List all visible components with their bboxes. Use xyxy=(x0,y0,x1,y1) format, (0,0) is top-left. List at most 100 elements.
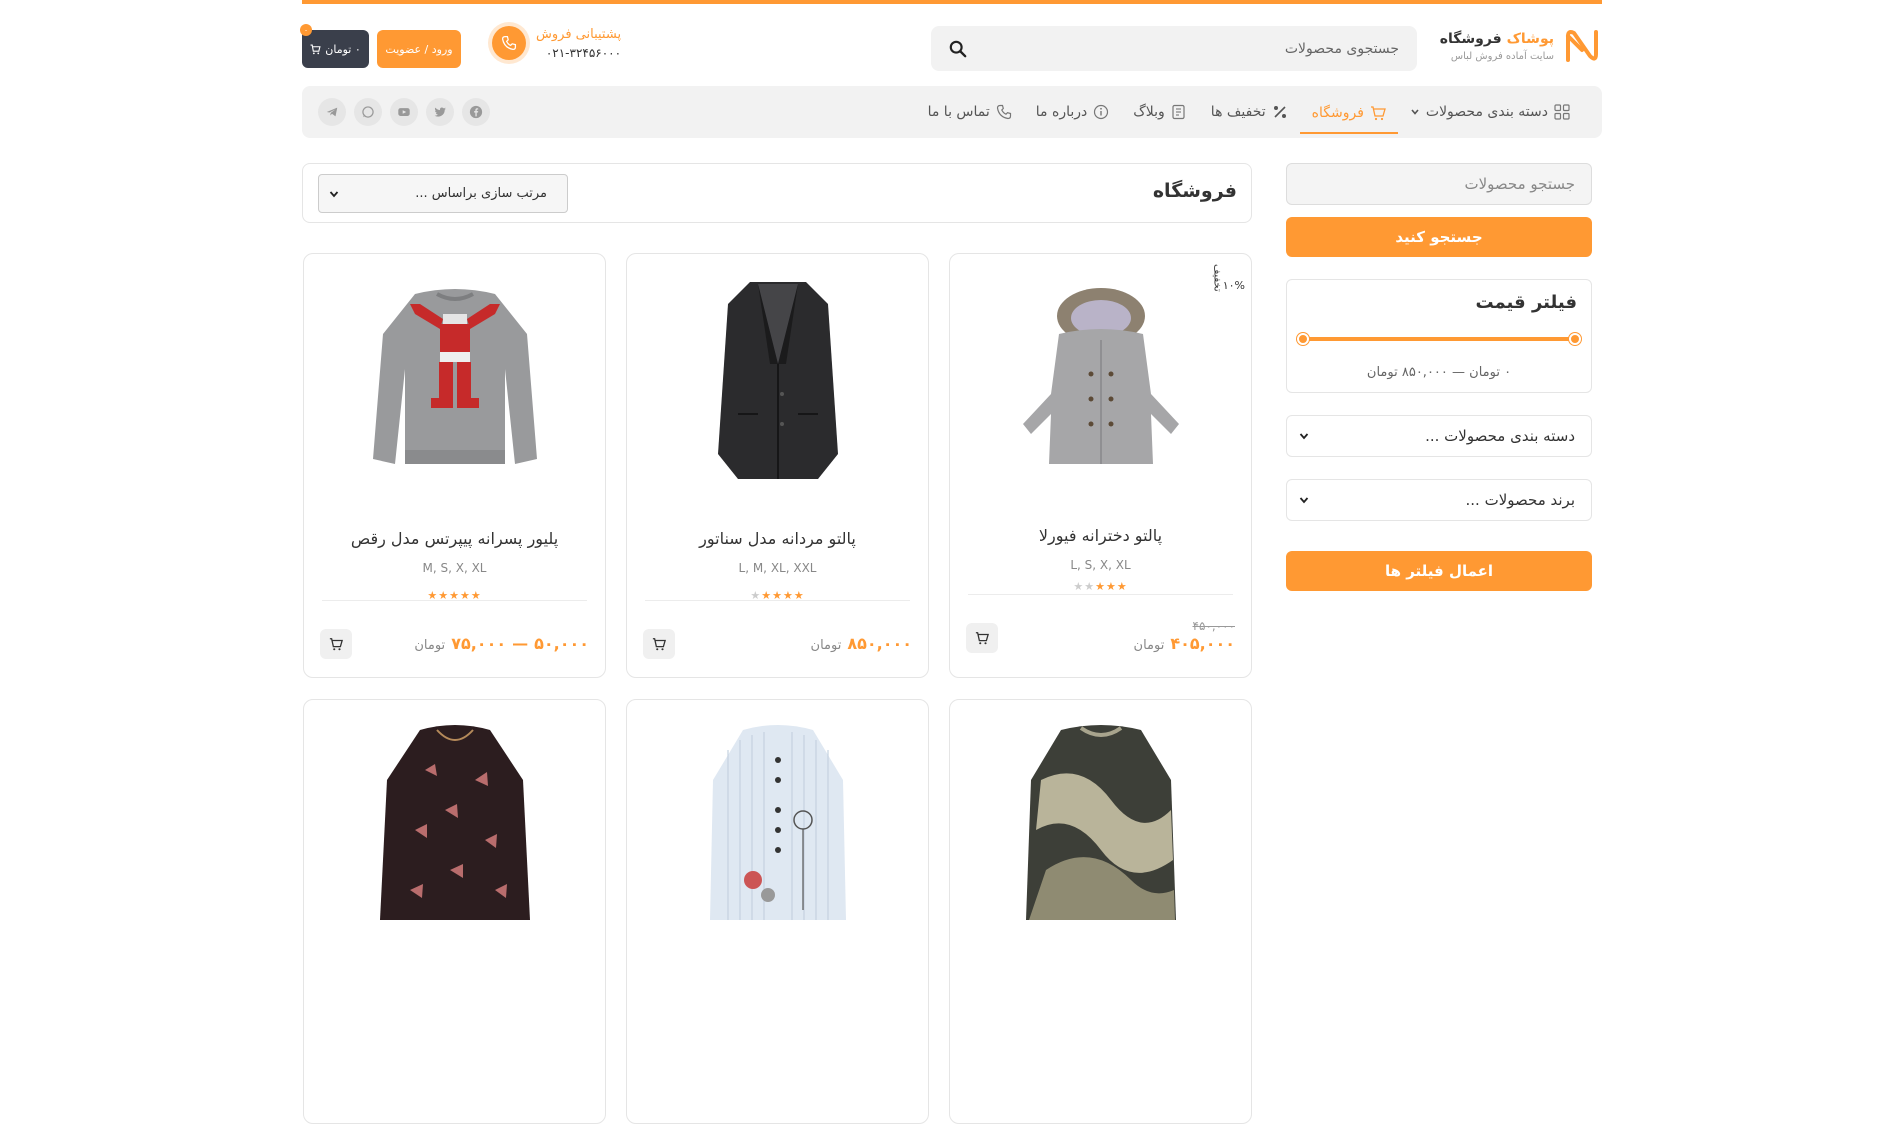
search-input[interactable]: جستجوی محصولات xyxy=(1285,41,1399,57)
facebook-icon[interactable] xyxy=(462,98,490,126)
cart-icon xyxy=(975,632,989,645)
shopping-cart-icon xyxy=(310,44,321,54)
product-name[interactable]: پلیور پسرانه پیپرتس مدل رقص xyxy=(304,529,605,548)
nav-item-categories[interactable]: دسته بندی محصولات xyxy=(1398,90,1582,134)
search-icon[interactable] xyxy=(949,40,967,58)
card-divider xyxy=(322,600,587,601)
product-sizes: L, M, XL, XXL xyxy=(738,561,817,575)
product-search-input[interactable]: جستجو محصولات xyxy=(1286,163,1592,205)
support-title: پشتیبانی فروش xyxy=(536,26,622,42)
main-nav: دسته بندی محصولات فروشگاه تخفیف ها وبلاگ… xyxy=(302,86,1602,138)
cart-count-badge: ۰ xyxy=(300,24,312,36)
sort-select-value: مرتب سازی براساس ... xyxy=(415,186,547,201)
brand-tagline: سایت آماده فروش لباس xyxy=(1450,50,1554,62)
product-sizes: L, S, X, XL xyxy=(1070,558,1131,572)
card-divider xyxy=(645,600,910,601)
nav-item-label: دسته بندی محصولات xyxy=(1425,104,1548,120)
product-card[interactable] xyxy=(949,699,1252,1124)
nav-item-shop[interactable]: فروشگاه xyxy=(1299,94,1398,134)
product-image[interactable] xyxy=(627,274,928,484)
add-to-cart-button[interactable] xyxy=(643,629,675,659)
star-icon: ★ xyxy=(1105,580,1117,593)
brand-name-main: فروشگاه xyxy=(1439,30,1502,47)
price-min: ۵۰,۰۰۰ xyxy=(534,634,589,653)
add-to-cart-button[interactable] xyxy=(320,629,352,659)
chevron-down-icon xyxy=(1299,433,1309,440)
product-card[interactable]: پلیور پسرانه پیپرتس مدل رقص M, S, X, XL … xyxy=(303,253,606,678)
product-name[interactable]: پالتو دخترانه فیورلا xyxy=(950,526,1251,545)
brand-select-value: برند محصولات ... xyxy=(1465,491,1576,509)
chevron-down-icon xyxy=(1411,109,1419,115)
page-title: فروشگاه xyxy=(1152,180,1237,202)
nav-item-blog[interactable]: وبلاگ xyxy=(1121,90,1199,134)
nav-item-label: تماس با ما xyxy=(927,104,990,120)
cart-total: ۰ تومان xyxy=(325,42,361,56)
price-unit: تومان xyxy=(810,638,842,653)
cart-button[interactable]: ۰ تومان ۰ xyxy=(300,24,369,68)
brand-select[interactable]: برند محصولات ... xyxy=(1286,479,1592,521)
price-value: ۸۵۰,۰۰۰ xyxy=(847,634,912,653)
star-icon: ★ xyxy=(1073,580,1085,593)
sales-support: پشتیبانی فروش ۰۲۱-۳۲۴۵۶۰۰۰ xyxy=(492,26,621,60)
chevron-down-icon xyxy=(1299,497,1309,504)
twitter-icon[interactable] xyxy=(426,98,454,126)
price-max-handle[interactable] xyxy=(1569,333,1581,345)
category-select-value: دسته بندی محصولات ... xyxy=(1425,427,1575,445)
nav-item-label: درباره ما xyxy=(1035,104,1088,120)
product-card[interactable] xyxy=(303,699,606,1124)
apply-filters-button[interactable]: اعمال فیلتر ها xyxy=(1286,551,1592,591)
product-image[interactable] xyxy=(627,720,928,930)
price-unit: تومان xyxy=(414,638,446,653)
price-filter-title: فیلتر قیمت xyxy=(1475,292,1577,313)
blog-icon xyxy=(1172,104,1185,120)
youtube-icon[interactable] xyxy=(390,98,418,126)
search-button[interactable]: جستجو کنید xyxy=(1286,217,1592,257)
shop-header: فروشگاه مرتب سازی براساس ... xyxy=(302,163,1252,223)
product-price-range: ۵۰,۰۰۰ — ۷۵,۰۰۰ تومان xyxy=(414,634,589,653)
telegram-icon[interactable] xyxy=(318,98,346,126)
nav-item-label: تخفیف ها xyxy=(1210,104,1266,120)
header-search[interactable]: جستجوی محصولات xyxy=(931,26,1417,71)
chevron-down-icon xyxy=(329,190,339,197)
add-to-cart-button[interactable] xyxy=(966,623,998,653)
whatsapp-icon[interactable] xyxy=(354,98,382,126)
cart-icon xyxy=(329,638,343,651)
filter-sidebar: جستجو محصولات جستجو کنید فیلتر قیمت ۰ تو… xyxy=(1286,163,1592,591)
star-icon: ★ xyxy=(1095,580,1106,593)
product-image[interactable] xyxy=(304,274,605,484)
grid-icon xyxy=(1554,104,1570,120)
price-min-handle[interactable] xyxy=(1297,333,1309,345)
login-register-button[interactable]: ورود / عضویت xyxy=(377,30,461,68)
old-price: ۴۵۰,۰۰۰ xyxy=(1192,619,1236,633)
logo[interactable]: پوشاک فروشگاه سایت آماده فروش لباس xyxy=(1440,26,1602,66)
patterned-tunic-image xyxy=(1025,725,1176,920)
price-range-text: ۰ تومان — ۸۵۰,۰۰۰ تومان xyxy=(1366,365,1512,380)
price-max: ۷۵,۰۰۰ xyxy=(451,634,507,653)
santa-sweater-image xyxy=(372,289,537,464)
product-image[interactable] xyxy=(304,720,605,930)
nav-item-discounts[interactable]: تخفیف ها xyxy=(1199,90,1300,134)
sort-select[interactable]: مرتب سازی براساس ... xyxy=(318,174,568,213)
nav-item-label: وبلاگ xyxy=(1133,104,1165,120)
nav-item-contact[interactable]: تماس با ما xyxy=(916,90,1024,134)
price-value: ۴۰۵,۰۰۰ xyxy=(1170,634,1235,653)
price-filter: فیلتر قیمت ۰ تومان — ۸۵۰,۰۰۰ تومان xyxy=(1286,279,1592,393)
cart-icon xyxy=(1370,106,1386,121)
nav-item-about[interactable]: درباره ما xyxy=(1024,90,1121,134)
product-image[interactable] xyxy=(950,274,1251,484)
price-range-slider[interactable] xyxy=(1297,333,1581,345)
product-image[interactable] xyxy=(950,720,1251,930)
header: پوشاک فروشگاه سایت آماده فروش لباس جستجو… xyxy=(300,4,1602,84)
percent-icon xyxy=(1273,106,1286,118)
cart-icon xyxy=(652,638,666,651)
category-select[interactable]: دسته بندی محصولات ... xyxy=(1286,415,1592,457)
product-card[interactable]: ۱۰% تخفیف پالتو دخترانه فیورلا L, S, X, X… xyxy=(949,253,1252,678)
price-separator: — xyxy=(512,634,529,653)
phone-icon xyxy=(996,104,1011,120)
brand-name-accent: پوشاک xyxy=(1506,30,1554,47)
product-card[interactable]: پالتو مردانه مدل سناتور L, M, XL, XXL ★★… xyxy=(626,253,929,678)
price-unit: تومان xyxy=(1133,638,1165,653)
product-name[interactable]: پالتو مردانه مدل سناتور xyxy=(627,529,928,548)
phone-icon xyxy=(492,26,526,60)
product-card[interactable] xyxy=(626,699,929,1124)
